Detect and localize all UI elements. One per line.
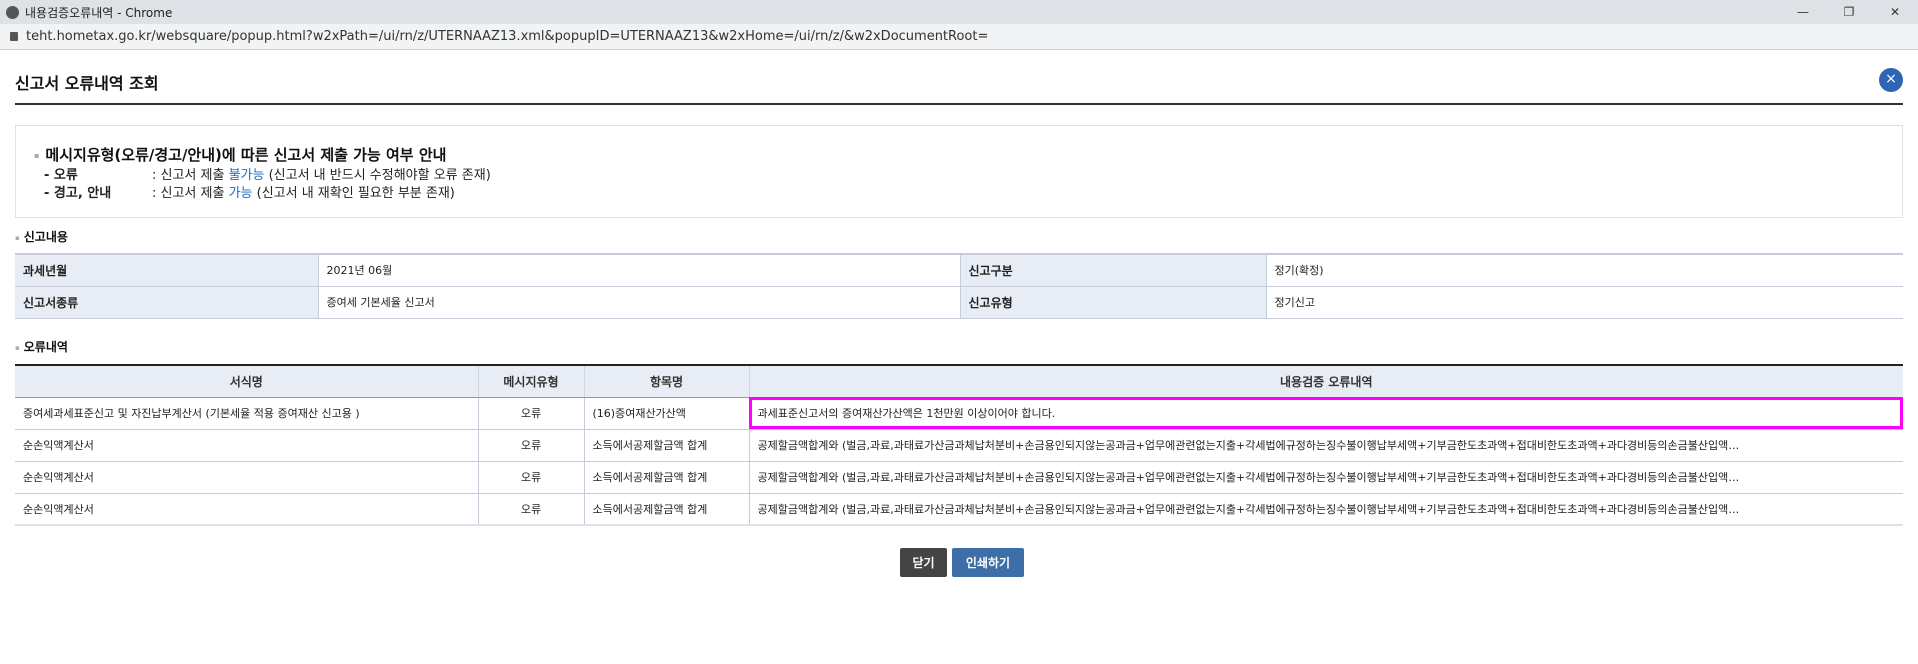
notice-heading: 메시지유형(오류/경고/안내)에 따른 신고서 제출 가능 여부 안내: [34, 144, 1884, 165]
notice-text: : 신고서 제출: [152, 186, 229, 201]
field-label: 신고서종류: [15, 286, 319, 319]
notice-text: (신고서 내 반드시 수정해야할 오류 존재): [264, 168, 491, 183]
report-section-label: 신고내용: [15, 228, 68, 245]
form-name: 순손익액계산서: [15, 461, 479, 494]
item-name: 소득에서공제할금액 합계: [584, 461, 750, 494]
column-header: 메시지유형: [478, 365, 585, 398]
item-name: 소득에서공제할금액 합계: [584, 493, 750, 526]
message-type: 오류: [478, 429, 585, 462]
globe-icon: [6, 5, 19, 19]
close-popup-button[interactable]: ×: [1879, 68, 1903, 92]
table-row[interactable]: 순손익액계산서 오류 소득에서공제할금액 합계 공제할금액합계와 (벌금,과료,…: [15, 429, 1903, 462]
column-header: 내용검증 오류내역: [749, 365, 1903, 398]
notice-key: - 오류: [44, 168, 78, 183]
field-value: 2021년 06월: [318, 254, 961, 287]
window-close-button[interactable]: ✕: [1872, 0, 1918, 24]
notice-text: (신고서 내 재확인 필요한 부분 존재): [252, 186, 455, 201]
page-title: 신고서 오류내역 조회: [15, 74, 159, 93]
error-detail: 공제할금액합계와 (벌금,과료,과태료가산금과체납처분비+손금용인되지않는공과금…: [749, 429, 1903, 462]
field-value: 정기(확정): [1266, 254, 1903, 287]
browser-titlebar: 내용검증오류내역 - Chrome — ❐ ✕: [0, 0, 1918, 24]
button-bar: 닫기 인쇄하기: [900, 548, 1024, 577]
column-header: 항목명: [584, 365, 750, 398]
column-header: 서식명: [15, 365, 479, 398]
notice-key: - 경고, 안내: [44, 186, 112, 201]
notice-text: : 신고서 제출: [152, 168, 229, 183]
notice-highlight: 가능: [228, 186, 253, 201]
table-row: 과세년월 2021년 06월 신고구분 정기(확정): [15, 254, 1903, 287]
error-table: 서식명 메시지유형 항목명 내용검증 오류내역 증여세과세표준신고 및 자진납부…: [15, 364, 1903, 526]
field-label: 신고구분: [960, 254, 1267, 287]
address-bar[interactable]: teht.hometax.go.kr/websquare/popup.html?…: [0, 24, 1918, 50]
errors-section-label: 오류내역: [15, 338, 68, 355]
report-info-table: 과세년월 2021년 06월 신고구분 정기(확정) 신고서종류 증여세 기본세…: [15, 253, 1903, 319]
form-name: 증여세과세표준신고 및 자진납부계산서 (기본세율 적용 증여재산 신고용 ): [15, 397, 479, 430]
field-value: 증여세 기본세율 신고서: [318, 286, 961, 319]
message-type: 오류: [478, 461, 585, 494]
url-text: teht.hometax.go.kr/websquare/popup.html?…: [26, 29, 989, 44]
field-value: 정기신고: [1266, 286, 1903, 319]
message-type: 오류: [478, 397, 585, 430]
print-button[interactable]: 인쇄하기: [952, 548, 1024, 577]
item-name: (16)증여재산가산액: [584, 397, 750, 430]
table-row[interactable]: 순손익액계산서 오류 소득에서공제할금액 합계 공제할금액합계와 (벌금,과료,…: [15, 461, 1903, 494]
restore-button[interactable]: ❐: [1826, 0, 1872, 24]
table-header-row: 서식명 메시지유형 항목명 내용검증 오류내역: [15, 365, 1903, 398]
minimize-button[interactable]: —: [1780, 0, 1826, 24]
form-name: 순손익액계산서: [15, 429, 479, 462]
error-detail: 과세표준신고서의 증여재산가산액은 1천만원 이상이어야 합니다.: [749, 397, 1903, 430]
form-name: 순손익액계산서: [15, 493, 479, 526]
notice-line-warning: - 경고, 안내 : 신고서 제출 가능 (신고서 내 재확인 필요한 부분 존재…: [44, 185, 1884, 203]
error-detail: 공제할금액합계와 (벌금,과료,과태료가산금과체납처분비+손금용인되지않는공과금…: [749, 493, 1903, 526]
window-title: 내용검증오류내역 - Chrome: [25, 5, 173, 20]
table-row[interactable]: 증여세과세표준신고 및 자진납부계산서 (기본세율 적용 증여재산 신고용 ) …: [15, 397, 1903, 430]
title-divider: [15, 103, 1903, 105]
notice-line-error: - 오류 : 신고서 제출 불가능 (신고서 내 반드시 수정해야할 오류 존재): [44, 167, 1884, 185]
error-detail: 공제할금액합계와 (벌금,과료,과태료가산금과체납처분비+손금용인되지않는공과금…: [749, 461, 1903, 494]
item-name: 소득에서공제할금액 합계: [584, 429, 750, 462]
field-label: 신고유형: [960, 286, 1267, 319]
notice-box: 메시지유형(오류/경고/안내)에 따른 신고서 제출 가능 여부 안내 - 오류…: [15, 125, 1903, 218]
table-row[interactable]: 순손익액계산서 오류 소득에서공제할금액 합계 공제할금액합계와 (벌금,과료,…: [15, 493, 1903, 526]
close-button[interactable]: 닫기: [900, 548, 947, 577]
notice-highlight: 불가능: [228, 168, 265, 183]
table-row: 신고서종류 증여세 기본세율 신고서 신고유형 정기신고: [15, 286, 1903, 319]
field-label: 과세년월: [15, 254, 319, 287]
lock-icon: [10, 32, 18, 41]
message-type: 오류: [478, 493, 585, 526]
